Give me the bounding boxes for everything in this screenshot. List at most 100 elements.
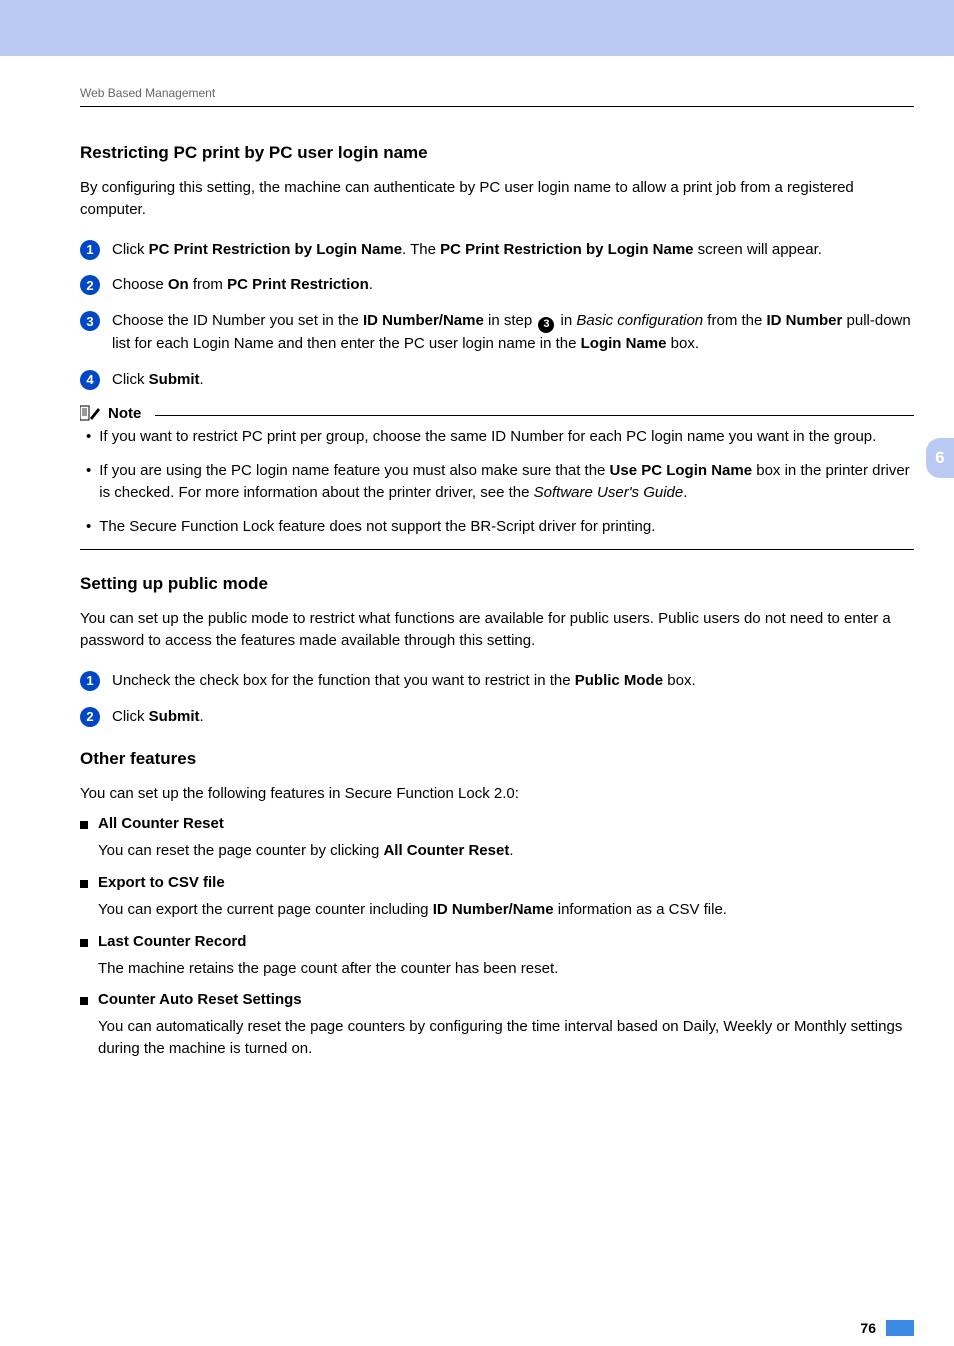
- text: box.: [666, 335, 699, 352]
- inline-step-badge-icon: 3: [538, 317, 554, 333]
- step-4-text: Click Submit.: [112, 369, 914, 391]
- step-2: 2 Choose On from PC Print Restriction.: [80, 274, 914, 296]
- bold-text: Login Name: [581, 335, 667, 352]
- section2-steps: 1 Uncheck the check box for the function…: [80, 670, 914, 728]
- note-end-rule: [80, 549, 914, 550]
- bold-text: PC Print Restriction: [227, 276, 369, 293]
- footer: 76: [0, 1320, 954, 1346]
- bold-text: Submit: [149, 708, 200, 725]
- note-item-1: • If you want to restrict PC print per gr…: [86, 426, 914, 448]
- text: You can reset the page counter by clicki…: [98, 842, 383, 859]
- section2-intro: You can set up the public mode to restri…: [80, 608, 914, 652]
- bold-text: ID Number: [767, 312, 843, 329]
- section-title-other: Other features: [80, 749, 914, 769]
- bold-text: All Counter Reset: [383, 842, 509, 859]
- feature-title: Export to CSV file: [98, 874, 225, 891]
- section-title-restricting: Restricting PC print by PC user login na…: [80, 143, 914, 163]
- text: You can export the current page counter …: [98, 901, 433, 918]
- square-bullet-icon: [80, 997, 88, 1005]
- text: .: [509, 842, 513, 859]
- note-item-2: • If you are using the PC login name fea…: [86, 460, 914, 504]
- feature-export-csv: Export to CSV file You can export the cu…: [80, 874, 914, 921]
- step-3-text: Choose the ID Number you set in the ID N…: [112, 310, 914, 355]
- italic-text: Basic configuration: [576, 312, 703, 329]
- note-block: Note • If you want to restrict PC print p…: [80, 404, 914, 550]
- bold-text: Use PC Login Name: [610, 462, 753, 479]
- page-number: 76: [860, 1320, 876, 1336]
- chapter-tab: 6: [926, 438, 954, 478]
- text: Uncheck the check box for the function t…: [112, 672, 575, 689]
- text: information as a CSV file.: [554, 901, 727, 918]
- step-3: 3 Choose the ID Number you set in the ID…: [80, 310, 914, 355]
- feature-desc: You can automatically reset the page cou…: [80, 1016, 914, 1060]
- step-badge-3: 3: [80, 311, 100, 331]
- step-4: 4 Click Submit.: [80, 369, 914, 391]
- divider: [80, 106, 914, 107]
- text: Click: [112, 371, 149, 388]
- text: in: [556, 312, 576, 329]
- step-1-text: Uncheck the check box for the function t…: [112, 670, 914, 692]
- bold-text: PC Print Restriction by Login Name: [440, 241, 693, 258]
- text: Choose the ID Number you set in the: [112, 312, 363, 329]
- section-title-publicmode: Setting up public mode: [80, 574, 914, 594]
- italic-text: Software User's Guide: [534, 484, 684, 501]
- bold-text: On: [168, 276, 189, 293]
- note-item-3: • The Secure Function Lock feature does n…: [86, 516, 914, 538]
- step-2: 2 Click Submit.: [80, 706, 914, 728]
- top-bar: [0, 0, 954, 56]
- note-icon: [80, 404, 102, 422]
- square-bullet-icon: [80, 821, 88, 829]
- note-text: If you want to restrict PC print per gro…: [99, 426, 876, 448]
- square-bullet-icon: [80, 939, 88, 947]
- text: .: [369, 276, 373, 293]
- step-badge-4: 4: [80, 370, 100, 390]
- note-text: The Secure Function Lock feature does no…: [99, 516, 655, 538]
- step-1: 1 Uncheck the check box for the function…: [80, 670, 914, 692]
- step-badge-1: 1: [80, 240, 100, 260]
- bold-text: Public Mode: [575, 672, 663, 689]
- note-rule: [155, 415, 914, 416]
- bullet-icon: •: [86, 460, 91, 504]
- text: Choose: [112, 276, 168, 293]
- bullet-icon: •: [86, 426, 91, 448]
- step-2-text: Choose On from PC Print Restriction.: [112, 274, 914, 296]
- note-text: If you are using the PC login name featu…: [99, 460, 914, 504]
- note-list: • If you want to restrict PC print per gr…: [80, 426, 914, 537]
- step-1: 1 Click PC Print Restriction by Login Na…: [80, 239, 914, 261]
- bold-text: PC Print Restriction by Login Name: [149, 241, 402, 258]
- feature-counter-auto-reset: Counter Auto Reset Settings You can auto…: [80, 991, 914, 1060]
- bold-text: Submit: [149, 371, 200, 388]
- text: .: [200, 371, 204, 388]
- feature-list: All Counter Reset You can reset the page…: [80, 815, 914, 1060]
- feature-last-counter-record: Last Counter Record The machine retains …: [80, 933, 914, 980]
- text: Click: [112, 241, 149, 258]
- feature-all-counter-reset: All Counter Reset You can reset the page…: [80, 815, 914, 862]
- step-badge-2: 2: [80, 707, 100, 727]
- section1-intro: By configuring this setting, the machine…: [80, 177, 914, 221]
- step-badge-1: 1: [80, 671, 100, 691]
- step-1-text: Click PC Print Restriction by Login Name…: [112, 239, 914, 261]
- text: box.: [663, 672, 696, 689]
- text: .: [683, 484, 687, 501]
- step-badge-2: 2: [80, 275, 100, 295]
- feature-title: Counter Auto Reset Settings: [98, 991, 302, 1008]
- feature-desc: You can reset the page counter by clicki…: [80, 840, 914, 862]
- bullet-icon: •: [86, 516, 91, 538]
- note-header: Note: [80, 404, 914, 422]
- footer-accent: [886, 1320, 914, 1336]
- text: If you are using the PC login name featu…: [99, 462, 609, 479]
- content-area: Web Based Management Restricting PC prin…: [0, 56, 954, 1060]
- text: .: [200, 708, 204, 725]
- feature-desc: You can export the current page counter …: [80, 899, 914, 921]
- feature-title: Last Counter Record: [98, 933, 246, 950]
- text: screen will appear.: [694, 241, 822, 258]
- feature-desc: The machine retains the page count after…: [80, 958, 914, 980]
- note-label: Note: [108, 405, 141, 422]
- text: from the: [703, 312, 766, 329]
- step-2-text: Click Submit.: [112, 706, 914, 728]
- feature-title: All Counter Reset: [98, 815, 224, 832]
- breadcrumb: Web Based Management: [80, 86, 914, 100]
- page: 6 Web Based Management Restricting PC pr…: [0, 0, 954, 1346]
- bold-text: ID Number/Name: [363, 312, 484, 329]
- text: . The: [402, 241, 440, 258]
